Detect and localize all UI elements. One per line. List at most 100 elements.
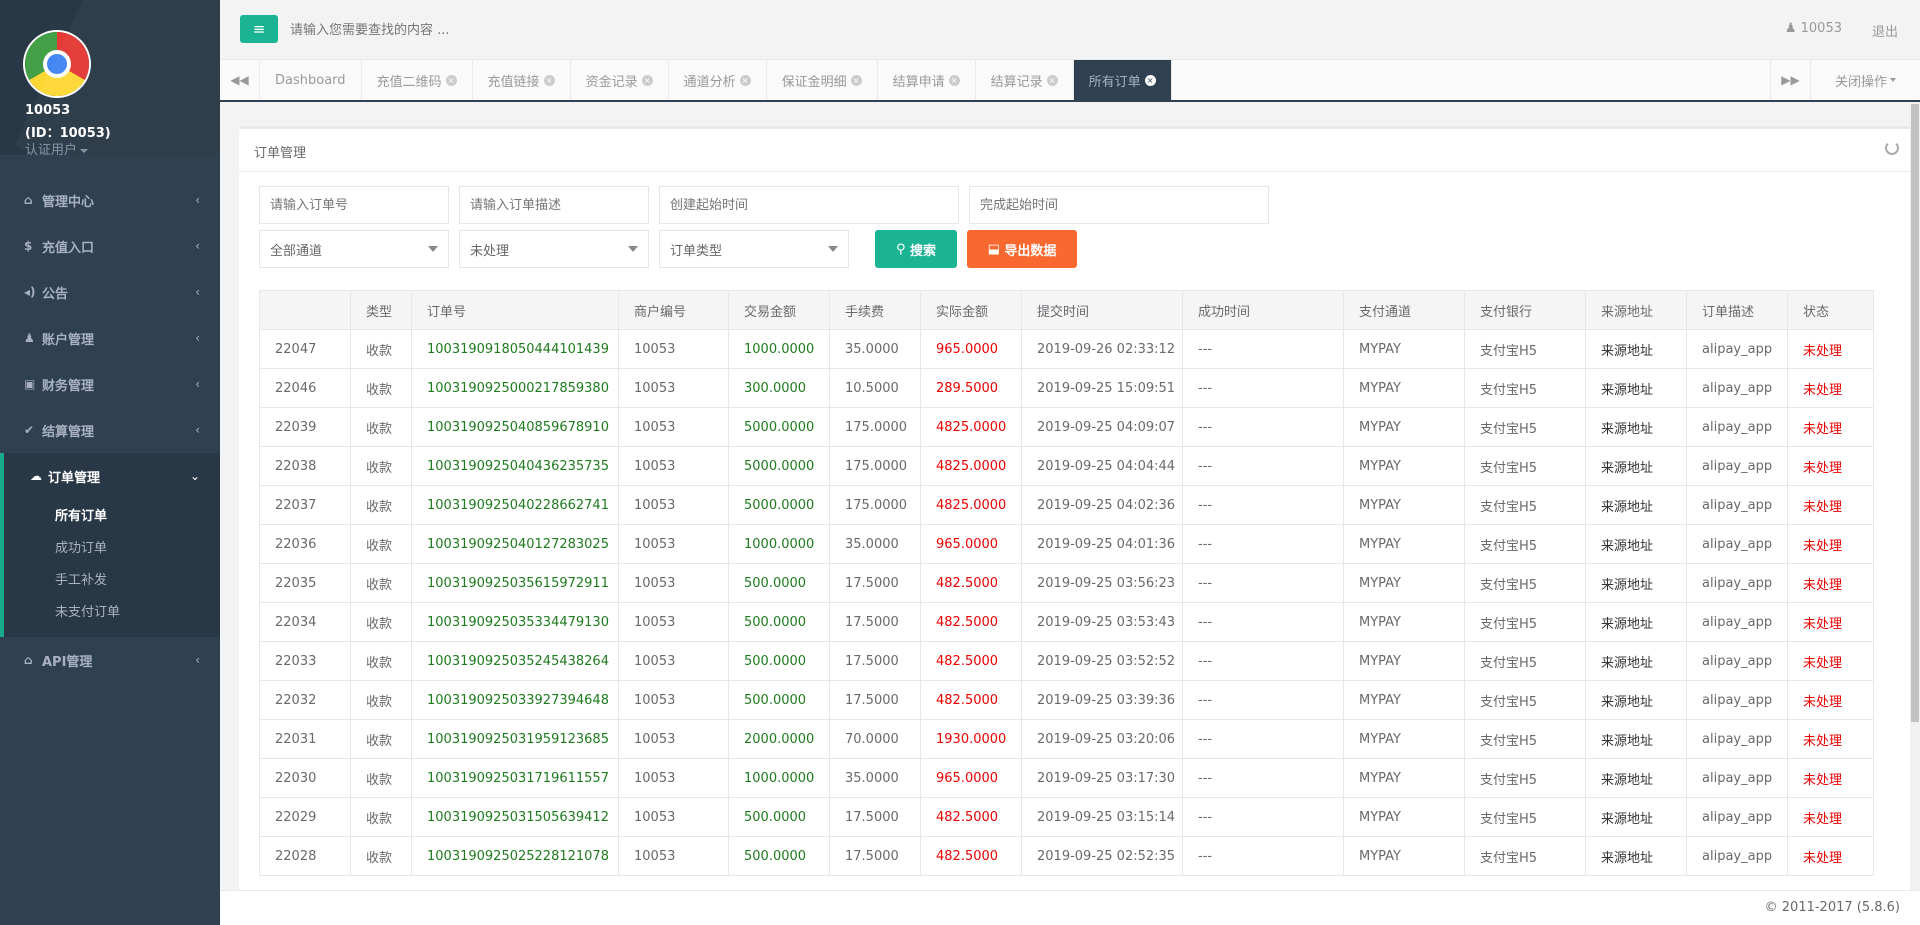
description-cell: alipay_app: [1686, 524, 1788, 564]
tabs-scroll-left-button[interactable]: ◀◀: [220, 60, 260, 100]
source-cell[interactable]: 来源地址: [1585, 602, 1687, 642]
actual-amount-cell: 965.0000: [920, 524, 1022, 564]
pay-bank-cell: 支付宝H5: [1464, 329, 1586, 369]
column-header: 交易金额: [728, 290, 830, 330]
column-header: 成功时间: [1182, 290, 1344, 330]
source-cell[interactable]: 来源地址: [1585, 446, 1687, 486]
merchant-id-cell: 10053: [618, 602, 729, 642]
close-icon[interactable]: ×: [1046, 74, 1058, 86]
subnav-unpaid-orders[interactable]: 未支付订单: [4, 597, 220, 629]
avatar[interactable]: [25, 32, 89, 96]
nav-item-label: 财务管理: [42, 378, 95, 394]
refresh-icon[interactable]: [1885, 141, 1899, 155]
nav-item-admin-center[interactable]: ⌂ 管理中心 ‹: [0, 177, 220, 223]
export-button-label: 导出数据: [1004, 243, 1057, 259]
close-operations-dropdown[interactable]: 关闭操作: [1810, 60, 1920, 100]
subnav-manual-reissue[interactable]: 手工补发: [4, 565, 220, 597]
channel-select[interactable]: 全部通道: [259, 230, 449, 268]
nav-item-account[interactable]: ♟ 账户管理 ‹: [0, 315, 220, 361]
pay-channel-cell: MYPAY: [1343, 329, 1465, 369]
pay-channel-cell: MYPAY: [1343, 641, 1465, 681]
nav-item-orders[interactable]: ☁ 订单管理 ⌄: [0, 453, 220, 499]
profile-id: (ID：10053): [25, 126, 111, 141]
pay-bank-cell: 支付宝H5: [1464, 797, 1586, 837]
hamburger-icon: ≡: [252, 20, 266, 38]
menu-toggle-button[interactable]: ≡: [240, 15, 278, 43]
close-icon[interactable]: ×: [543, 74, 555, 86]
close-icon[interactable]: ×: [948, 74, 960, 86]
logout-link[interactable]: 退出: [1872, 21, 1898, 40]
close-icon[interactable]: ×: [850, 74, 862, 86]
close-icon[interactable]: ×: [739, 74, 751, 86]
user-menu[interactable]: ♟ 10053: [1785, 21, 1842, 36]
table-row: 22047 收款 1003190918050444101439 10053 1000.0…: [259, 329, 1874, 369]
close-icon[interactable]: ×: [641, 74, 653, 86]
tab-dashboard[interactable]: Dashboard: [260, 60, 362, 100]
nav-item-label: 管理中心: [42, 194, 95, 210]
success-time-cell: ---: [1182, 446, 1344, 486]
tab-recharge-qrcode[interactable]: 充值二维码 ×: [362, 60, 473, 100]
tab-recharge-link[interactable]: 充值链接 ×: [473, 60, 571, 100]
panel-header: 订单管理: [239, 126, 1915, 172]
tab-settlement-apply[interactable]: 结算申请 ×: [878, 60, 976, 100]
source-cell[interactable]: 来源地址: [1585, 407, 1687, 447]
source-cell[interactable]: 来源地址: [1585, 758, 1687, 798]
tab-label: 资金记录: [585, 74, 638, 90]
footer: © 2011-2017 (5.8.6): [220, 890, 1920, 925]
order-number-input[interactable]: [259, 186, 449, 224]
actual-amount-cell: 482.5000: [920, 797, 1022, 837]
source-cell[interactable]: 来源地址: [1585, 719, 1687, 759]
source-cell[interactable]: 来源地址: [1585, 836, 1687, 876]
nav-item-label: 结算管理: [42, 424, 95, 440]
source-cell[interactable]: 来源地址: [1585, 368, 1687, 408]
type-cell: 收款: [350, 680, 412, 720]
finish-start-time-input[interactable]: [969, 186, 1269, 224]
sidebar-nav: ⌂ 管理中心 ‹ $ 充值入口 ‹ ◂) 公告 ‹ ♟ 账户管理 ‹ ▣ 财务管理 ‹ ✔ 结算管理 ‹…: [0, 177, 220, 683]
merchant-id-cell: 10053: [618, 485, 729, 525]
page-scrollbar[interactable]: [1910, 102, 1920, 890]
profile-role-dropdown[interactable]: 认证用户: [25, 142, 220, 155]
orders-submenu: 所有订单 成功订单 手工补发 未支付订单: [0, 499, 220, 637]
merchant-id-cell: 10053: [618, 524, 729, 564]
order-number-cell: 1003190925000217859380: [411, 368, 619, 408]
order-type-select[interactable]: 订单类型: [659, 230, 849, 268]
tab-channel-analysis[interactable]: 通道分析 ×: [669, 60, 767, 100]
type-cell: 收款: [350, 836, 412, 876]
table-row: 22033 收款 1003190925035245438264 10053 500.00…: [259, 641, 1874, 681]
create-start-time-input[interactable]: [659, 186, 959, 224]
search-button[interactable]: ⚲ 搜索: [875, 230, 957, 268]
tab-settlement-records[interactable]: 结算记录 ×: [976, 60, 1074, 100]
nav-item-label: 账户管理: [42, 332, 95, 348]
source-cell[interactable]: 来源地址: [1585, 485, 1687, 525]
type-cell: 收款: [350, 641, 412, 681]
source-cell[interactable]: 来源地址: [1585, 680, 1687, 720]
nav-item-recharge[interactable]: $ 充值入口 ‹: [0, 223, 220, 269]
nav-item-finance[interactable]: ▣ 财务管理 ‹: [0, 361, 220, 407]
close-icon[interactable]: ×: [445, 74, 457, 86]
tabs-scroll-right-button[interactable]: ▶▶: [1770, 60, 1810, 100]
status-select[interactable]: 未处理: [459, 230, 649, 268]
source-cell[interactable]: 来源地址: [1585, 524, 1687, 564]
merchant-id-cell: 10053: [618, 368, 729, 408]
nav-item-api[interactable]: ⌂ API管理 ‹: [0, 637, 220, 683]
close-icon[interactable]: ×: [1144, 74, 1156, 86]
source-cell[interactable]: 来源地址: [1585, 563, 1687, 603]
subnav-success-orders[interactable]: 成功订单: [4, 533, 220, 565]
source-cell[interactable]: 来源地址: [1585, 641, 1687, 681]
table-row: 22028 收款 1003190925025228121078 10053 500.00…: [259, 836, 1874, 876]
subnav-all-orders[interactable]: 所有订单: [4, 501, 220, 533]
nav-item-announcement[interactable]: ◂) 公告 ‹: [0, 269, 220, 315]
submit-time-cell: 2019-09-25 02:52:35: [1021, 836, 1183, 876]
order-description-input[interactable]: [459, 186, 649, 224]
global-search-input[interactable]: [290, 15, 890, 45]
fee-cell: 10.5000: [829, 368, 921, 408]
nav-item-settlement[interactable]: ✔ 结算管理 ‹: [0, 407, 220, 453]
source-cell[interactable]: 来源地址: [1585, 329, 1687, 369]
source-cell[interactable]: 来源地址: [1585, 797, 1687, 837]
tab-deposit-details[interactable]: 保证金明细 ×: [767, 60, 878, 100]
merchant-id-cell: 10053: [618, 719, 729, 759]
tab-fund-records[interactable]: 资金记录 ×: [571, 60, 669, 100]
tab-all-orders[interactable]: 所有订单 ×: [1073, 60, 1172, 100]
scrollbar-thumb[interactable]: [1911, 104, 1919, 722]
export-button[interactable]: ⬓ 导出数据: [967, 230, 1077, 268]
